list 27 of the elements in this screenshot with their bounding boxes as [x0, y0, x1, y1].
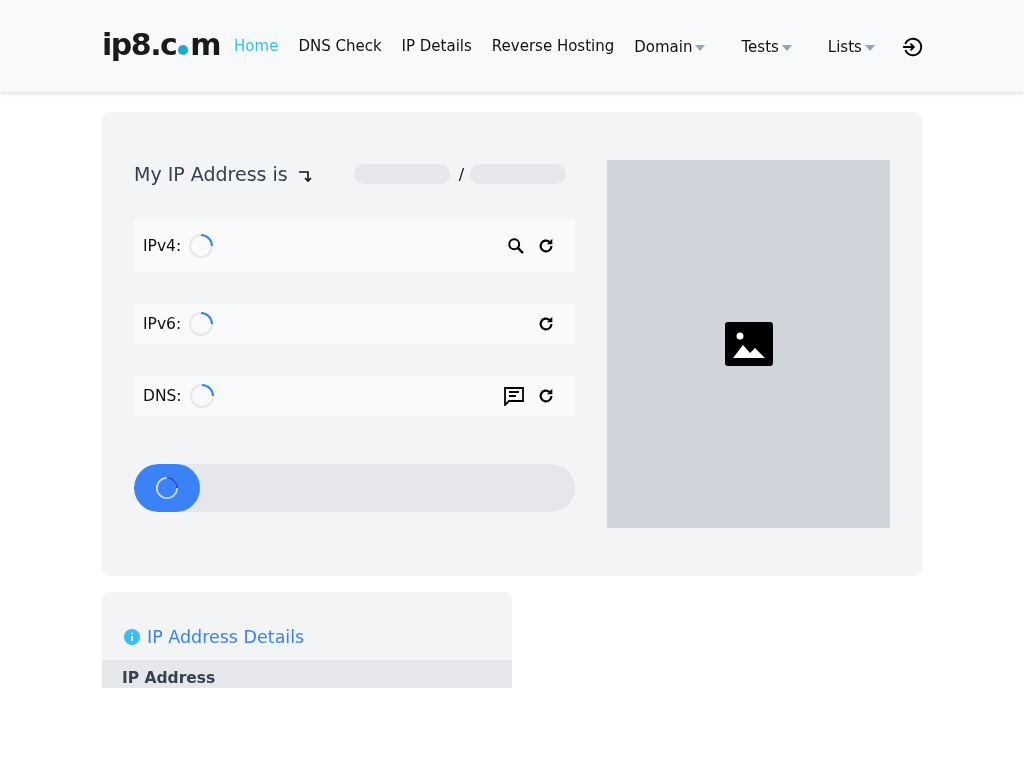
row-label: IPv6:	[143, 315, 182, 333]
row-label: DNS:	[143, 387, 182, 405]
loading-spinner-icon	[188, 383, 215, 409]
refresh-icon[interactable]	[537, 387, 555, 405]
loading-spinner-icon	[155, 476, 180, 500]
site-logo[interactable]: ip8.c m	[102, 26, 221, 62]
loading-spinner-icon	[188, 233, 215, 259]
nav-dropdown[interactable]: Domain	[624, 38, 716, 56]
nav-dropdown[interactable]: Tests	[731, 38, 802, 56]
row-label: IPv4:	[143, 237, 182, 255]
refresh-icon[interactable]	[537, 237, 555, 255]
info-icon	[124, 629, 140, 645]
search-icon[interactable]	[507, 237, 525, 255]
nav-link[interactable]: Reverse Hosting	[481, 37, 625, 55]
column-header: IP Address	[122, 669, 216, 687]
login-icon[interactable]	[900, 36, 923, 58]
turn-down-arrow-icon	[297, 169, 314, 183]
separator-text: /	[458, 164, 465, 184]
details-title: IP Address Details	[147, 627, 305, 647]
nav-link[interactable]: IP Details	[391, 37, 482, 55]
image-icon	[724, 322, 773, 366]
loading-spinner-icon	[188, 311, 215, 337]
heading-text: My IP Address is	[134, 163, 288, 185]
message-icon[interactable]	[503, 386, 525, 406]
nav-dropdown[interactable]: Lists	[817, 38, 885, 56]
nav-link[interactable]: DNS Check	[288, 37, 392, 55]
refresh-icon[interactable]	[537, 315, 555, 333]
